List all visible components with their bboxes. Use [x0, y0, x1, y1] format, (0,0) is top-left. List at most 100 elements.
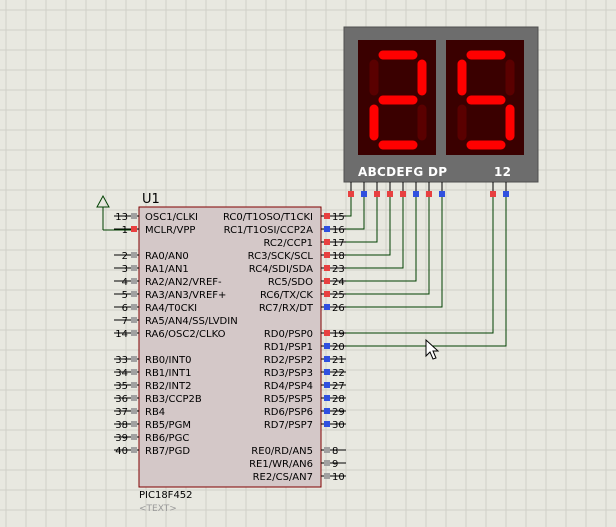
pin-right-8[interactable]: 8 RE0/RD/AN5: [251, 446, 346, 457]
pin-number: 9: [332, 459, 338, 470]
pin-right-29[interactable]: 29 RD6/PSP6: [264, 407, 346, 418]
pin-right-19[interactable]: 19 RD0/PSP0: [264, 329, 346, 340]
pin-state-indicator: [324, 291, 330, 297]
pin-state-indicator: [131, 356, 137, 362]
pin-right-16[interactable]: 16 RC1/T1OSI/CCP2A: [224, 225, 346, 236]
pin-left-39[interactable]: 39 RB6/PGC: [114, 433, 189, 444]
pin-right-10[interactable]: 10 RE2/CS/AN7: [253, 472, 346, 483]
pin-right-9[interactable]: 9 RE1/WR/AN6: [249, 459, 346, 470]
pin-state-indicator: [131, 447, 137, 453]
pin-number: 35: [115, 381, 128, 392]
pin-state-indicator: [324, 213, 330, 219]
pin-right-23[interactable]: 23 RC4/SDI/SDA: [249, 264, 346, 275]
schematic-canvas[interactable]: ABCDEFG DP 12 U1 13OSC1/CLKI1MCLR/VPP2RA…: [0, 0, 616, 527]
pin-state-indicator: [131, 369, 137, 375]
pin-number: 22: [332, 368, 345, 379]
pin-left-13[interactable]: 13 OSC1/CLKI: [114, 212, 198, 223]
pin-left-5[interactable]: 5 RA3/AN3/VREF+: [114, 290, 226, 301]
pin-state-indicator: [131, 252, 137, 258]
pin-number: 40: [115, 446, 128, 457]
pin-left-7[interactable]: 7 RA5/AN4/SS/LVDIN: [114, 316, 238, 327]
pin-number: 5: [122, 290, 128, 301]
pin-state-indicator: [131, 330, 137, 336]
pin-right-26[interactable]: 26 RC7/RX/DT: [259, 303, 346, 314]
pin-state-indicator: [131, 408, 137, 414]
pin-number: 26: [332, 303, 345, 314]
pin-right-25[interactable]: 25 RC6/TX/CK: [260, 290, 346, 301]
pin-number: 28: [332, 394, 345, 405]
pin-name: RA4/T0CKI: [145, 303, 197, 314]
pin-state-indicator: [324, 447, 330, 453]
pin-left-36[interactable]: 36 RB3/CCP2B: [114, 394, 202, 405]
chip-text-placeholder: <TEXT>: [139, 504, 177, 514]
pin-state-indicator: [324, 330, 330, 336]
pin-right-22[interactable]: 22 RD3/PSP3: [264, 368, 346, 379]
pin-number: 21: [332, 355, 345, 366]
pin-left-33[interactable]: 33 RB0/INT0: [114, 355, 191, 366]
pin-right-20[interactable]: 20 RD1/PSP1: [264, 342, 346, 353]
pin-number: 15: [332, 212, 345, 223]
pin-number: 18: [332, 251, 345, 262]
pin-state-indicator: [131, 265, 137, 271]
pin-number: 20: [332, 342, 345, 353]
pin-state-indicator: [324, 226, 330, 232]
pin-state-indicator: [324, 343, 330, 349]
pin-name: RE1/WR/AN6: [249, 459, 313, 470]
pin-number: 14: [115, 329, 128, 340]
pin-right-24[interactable]: 24 RC5/SDO: [268, 277, 346, 288]
pin-left-14[interactable]: 14 RA6/OSC2/CLKO: [114, 329, 226, 340]
pin-name: RB0/INT0: [145, 355, 191, 366]
pin-state-indicator: [131, 434, 137, 440]
pin-number: 8: [332, 446, 338, 457]
pin-right-30[interactable]: 30 RD7/PSP7: [264, 420, 346, 431]
pin-name: RD6/PSP6: [264, 407, 313, 418]
pin-name: RD0/PSP0: [264, 329, 313, 340]
pin-number: 3: [122, 264, 128, 275]
chip-part-name: PIC18F452: [139, 490, 193, 501]
pin-name: RB3/CCP2B: [145, 394, 202, 405]
pin-state-indicator: [324, 473, 330, 479]
pin-state-indicator: [131, 317, 137, 323]
pin-name: RA3/AN3/VREF+: [145, 290, 226, 301]
pin-left-34[interactable]: 34 RB1/INT1: [114, 368, 191, 379]
pin-state-indicator: [324, 421, 330, 427]
pin-right-15[interactable]: 15 RC0/T1OSO/T1CKI: [223, 212, 346, 223]
pic-chip[interactable]: U1 13OSC1/CLKI1MCLR/VPP2RA0/AN03RA1/AN14…: [114, 192, 346, 514]
pin-left-6[interactable]: 6 RA4/T0CKI: [114, 303, 197, 314]
pin-number: 16: [332, 225, 345, 236]
pin-number: 29: [332, 407, 345, 418]
pin-right-17[interactable]: 17 RC2/CCP1: [263, 238, 346, 249]
pin-name: OSC1/CLKI: [145, 212, 198, 223]
pin-number: 25: [332, 290, 345, 301]
pin-name: RD7/PSP7: [264, 420, 313, 431]
pin-left-40[interactable]: 40 RB7/PGD: [114, 446, 190, 457]
pin-number: 2: [122, 251, 128, 262]
pin-left-38[interactable]: 38 RB5/PGM: [114, 420, 191, 431]
pin-state-indicator: [131, 278, 137, 284]
pin-right-28[interactable]: 28 RD5/PSP5: [264, 394, 346, 405]
pin-left-35[interactable]: 35 RB2/INT2: [114, 381, 191, 392]
pin-right-18[interactable]: 18 RC3/SCK/SCL: [248, 251, 346, 262]
pin-number: 6: [122, 303, 128, 314]
pin-number: 17: [332, 238, 345, 249]
pin-number: 7: [122, 316, 128, 327]
seven-segment-display[interactable]: ABCDEFG DP 12: [343, 26, 539, 197]
pin-name: RC1/T1OSI/CCP2A: [224, 225, 314, 236]
pin-left-2[interactable]: 2 RA0/AN0: [114, 251, 189, 262]
pin-right-27[interactable]: 27 RD4/PSP4: [264, 381, 346, 392]
pin-left-4[interactable]: 4 RA2/AN2/VREF-: [114, 277, 222, 288]
pin-number: 13: [115, 212, 128, 223]
pin-right-21[interactable]: 21 RD2/PSP2: [264, 355, 346, 366]
pin-state-indicator: [324, 395, 330, 401]
pin-name: RC5/SDO: [268, 277, 313, 288]
pin-left-3[interactable]: 3 RA1/AN1: [114, 264, 189, 275]
pin-name: RD2/PSP2: [264, 355, 313, 366]
pin-state-indicator: [324, 369, 330, 375]
common-pin-labels: 12: [494, 165, 511, 179]
pin-name: RC6/TX/CK: [260, 290, 313, 301]
pin-number: 30: [332, 420, 345, 431]
pin-state-indicator: [131, 226, 137, 232]
pin-number: 37: [115, 407, 128, 418]
pin-name: RC3/SCK/SCL: [248, 251, 314, 262]
pin-name: MCLR/VPP: [145, 225, 195, 236]
